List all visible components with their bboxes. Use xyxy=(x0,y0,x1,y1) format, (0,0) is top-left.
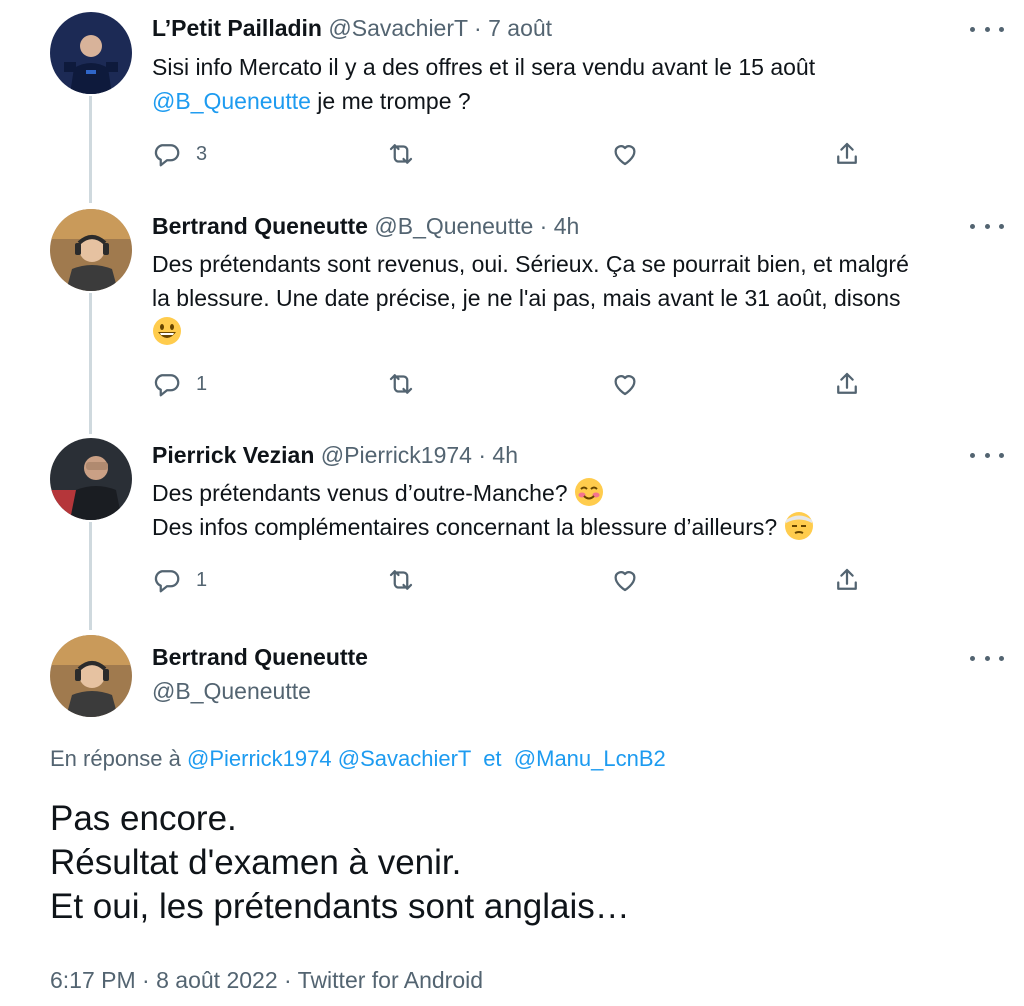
tweet-text-line: la blessure. Une date précise, je ne l'a… xyxy=(152,285,901,311)
reply-context: En réponse à @Pierrick1974 @SavachierT e… xyxy=(50,742,666,776)
like-icon xyxy=(610,139,640,169)
separator: · xyxy=(142,967,150,993)
reply-icon xyxy=(152,139,182,169)
tweet-text-line: Des infos complémentaires concernant la … xyxy=(152,510,1002,544)
like-button[interactable] xyxy=(610,138,640,170)
mention-link[interactable]: @Pierrick1974 xyxy=(187,746,332,771)
reply-icon xyxy=(152,565,182,595)
like-button[interactable] xyxy=(610,564,640,596)
separator: · xyxy=(478,442,487,468)
timestamp[interactable]: 4h xyxy=(492,442,518,468)
tweet-text-line: Des prétendants sont revenus, oui. Série… xyxy=(152,251,909,277)
avatar-image xyxy=(50,635,132,717)
separator: · xyxy=(539,213,548,239)
tweet-actions: 1 xyxy=(150,368,870,400)
reply-prefix: En réponse à xyxy=(50,746,181,771)
tweet-source[interactable]: Twitter for Android xyxy=(298,967,483,993)
retweet-icon xyxy=(386,565,416,595)
share-icon xyxy=(832,565,862,595)
avatar[interactable] xyxy=(50,438,132,520)
retweet-icon xyxy=(386,139,416,169)
bandaged-head-emoji xyxy=(784,511,814,541)
grinning-face-emoji xyxy=(152,316,182,346)
share-button[interactable] xyxy=(832,368,862,400)
share-icon xyxy=(832,139,862,169)
retweet-button[interactable] xyxy=(386,368,416,400)
tweet-text-fragment: Des infos complémentaires concernant la … xyxy=(152,514,778,540)
author-name[interactable]: Pierrick Vezian xyxy=(152,442,314,468)
tweet[interactable]: Pierrick Vezian @Pierrick1974 · 4h Des p… xyxy=(0,430,1024,630)
mention-link[interactable]: @SavachierT xyxy=(338,746,471,771)
like-icon xyxy=(610,369,640,399)
tweet-date[interactable]: 8 août 2022 xyxy=(156,967,278,993)
tweet-time[interactable]: 6:17 PM xyxy=(50,967,136,993)
tweet-header: Pierrick Vezian @Pierrick1974 · 4h xyxy=(152,440,518,470)
retweet-button[interactable] xyxy=(386,138,416,170)
author-handle[interactable]: @SavachierT xyxy=(328,15,467,41)
author-handle[interactable]: @B_Queneutte xyxy=(374,213,533,239)
tweet-actions: 3 xyxy=(150,138,870,170)
tweet-text-line xyxy=(152,315,1002,349)
retweet-button[interactable] xyxy=(386,564,416,596)
timestamp[interactable]: 4h xyxy=(554,213,580,239)
reply-count: 3 xyxy=(196,142,208,165)
reply-icon xyxy=(152,369,182,399)
timestamp[interactable]: 7 août xyxy=(488,15,552,41)
author-name[interactable]: Bertrand Queneutte xyxy=(152,642,368,672)
share-button[interactable] xyxy=(832,138,862,170)
reply-and[interactable]: et xyxy=(483,746,501,771)
reply-button[interactable]: 1 xyxy=(152,368,207,400)
separator: · xyxy=(474,15,482,41)
avatar-image xyxy=(50,12,132,94)
tweet-text-line: Pas encore. xyxy=(50,799,237,838)
avatar[interactable] xyxy=(50,209,132,291)
smiling-blush-emoji xyxy=(574,477,604,507)
share-button[interactable] xyxy=(832,564,862,596)
mention-link[interactable]: @B_Queneutte xyxy=(152,88,311,114)
retweet-icon xyxy=(386,369,416,399)
share-icon xyxy=(832,369,862,399)
mention-link[interactable]: @Manu_LcnB2 xyxy=(514,746,666,771)
author-handle[interactable]: @B_Queneutte xyxy=(152,676,311,706)
tweet[interactable]: L’Petit Pailladin @SavachierT · 7 août S… xyxy=(0,0,1024,200)
more-icon[interactable] xyxy=(970,648,1004,668)
separator: · xyxy=(284,967,292,993)
main-tweet-text: Pas encore. Résultat d'examen à venir. E… xyxy=(50,797,990,929)
tweet-meta: 6:17 PM · 8 août 2022 · Twitter for Andr… xyxy=(50,962,483,998)
tweet-text-line: @B_Queneutte je me trompe ? xyxy=(152,84,1002,118)
tweet-text: Des prétendants venus d’outre-Manche? De… xyxy=(152,476,1002,544)
reply-button[interactable]: 3 xyxy=(152,138,207,170)
avatar[interactable] xyxy=(50,12,132,94)
tweet[interactable]: Bertrand Queneutte @B_Queneutte · 4h Des… xyxy=(0,200,1024,430)
tweet-text: Des prétendants sont revenus, oui. Série… xyxy=(152,247,1002,349)
like-icon xyxy=(610,565,640,595)
author-name[interactable]: Bertrand Queneutte xyxy=(152,213,368,239)
tweet-actions: 1 xyxy=(150,564,870,596)
more-icon[interactable] xyxy=(970,445,1004,465)
author-name[interactable]: L’Petit Pailladin xyxy=(152,15,322,41)
tweet-text-line: Sisi info Mercato il y a des offres et i… xyxy=(152,54,816,80)
tweet-header: Bertrand Queneutte @B_Queneutte · 4h xyxy=(152,211,579,241)
reply-button[interactable]: 1 xyxy=(152,564,207,596)
tweet-text-line: Résultat d'examen à venir. xyxy=(50,843,462,882)
tweet-text-fragment: Des prétendants venus d’outre-Manche? xyxy=(152,480,568,506)
tweet-header: L’Petit Pailladin @SavachierT · 7 août xyxy=(152,13,552,43)
like-button[interactable] xyxy=(610,368,640,400)
avatar[interactable] xyxy=(50,635,132,717)
tweet-text-fragment: je me trompe ? xyxy=(310,88,471,114)
tweet-text-line: Et oui, les prétendants sont anglais… xyxy=(50,887,630,926)
reply-count: 1 xyxy=(196,372,208,395)
tweet-text: Sisi info Mercato il y a des offres et i… xyxy=(152,50,1002,118)
more-icon[interactable] xyxy=(970,19,1004,39)
reply-count: 1 xyxy=(196,568,208,591)
avatar-image xyxy=(50,438,132,520)
more-icon[interactable] xyxy=(970,216,1004,236)
tweet-text-line: Des prétendants venus d’outre-Manche? xyxy=(152,476,1002,510)
avatar-image xyxy=(50,209,132,291)
author-handle[interactable]: @Pierrick1974 xyxy=(321,442,472,468)
